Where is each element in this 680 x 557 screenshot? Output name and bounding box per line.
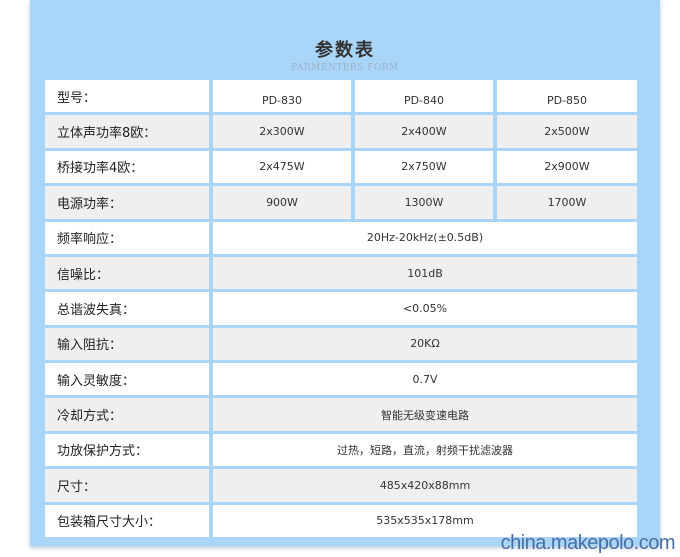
table-row: 总谐波失真： <0.05% <box>45 289 637 325</box>
cell-value: 2x475W <box>213 147 355 184</box>
watermark-text: china.makepolo.com <box>500 532 676 554</box>
model-name: PD-850 <box>497 77 637 113</box>
row-label: 电源功率： <box>45 183 213 219</box>
table-row: 尺寸： 485x420x88mm <box>45 466 637 502</box>
table-row-models: 型号： PD-830 PD-840 PD-850 <box>45 77 637 113</box>
row-label: 总谐波失真： <box>45 289 213 325</box>
row-label: 频率响应： <box>45 218 213 254</box>
row-label: 桥接功率4欧： <box>45 147 213 184</box>
row-label: 立体声功率8欧： <box>45 112 213 148</box>
cell-value: 485x420x88mm <box>213 466 637 502</box>
cell-value: 2x300W <box>213 112 355 148</box>
cell-value: 2x400W <box>355 112 497 148</box>
model-name: PD-840 <box>355 77 497 113</box>
cell-value: 1300W <box>355 183 497 219</box>
cell-value: 2x900W <box>497 147 637 184</box>
model-name: PD-830 <box>213 77 355 113</box>
cell-value: 20Hz-20kHz(±0.5dB) <box>213 218 637 254</box>
cell-value: 900W <box>213 183 355 219</box>
row-label: 包装箱尺寸大小： <box>45 501 213 537</box>
page-subtitle: PARMENTERS FORM <box>291 63 399 73</box>
cell-value: 过热，短路，直流，射频干扰滤波器 <box>213 430 637 467</box>
row-label: 输入阻抗： <box>45 324 213 360</box>
cell-value: 2x500W <box>497 112 637 148</box>
table-row: 冷却方式： 智能无级变速电路 <box>45 395 637 431</box>
row-label: 信噪比： <box>45 253 213 290</box>
table-row: 桥接功率4欧： 2x475W 2x750W 2x900W <box>45 147 637 184</box>
spec-table: 型号： PD-830 PD-840 PD-850 立体声功率8欧： 2x300W… <box>45 77 637 537</box>
cell-value: 2x750W <box>355 147 497 184</box>
table-row: 电源功率： 900W 1300W 1700W <box>45 183 637 219</box>
row-label: 输入灵敏度： <box>45 360 213 396</box>
cell-value: 20KΩ <box>213 324 637 360</box>
row-label: 尺寸： <box>45 466 213 502</box>
cell-value: <0.05% <box>213 289 637 325</box>
table-row: 立体声功率8欧： 2x300W 2x400W 2x500W <box>45 112 637 148</box>
cell-value: 0.7V <box>213 360 637 396</box>
row-label: 冷却方式： <box>45 395 213 431</box>
page-title: 参数表 <box>315 40 375 61</box>
table-row: 输入阻抗： 20KΩ <box>45 324 637 360</box>
cell-value: 101dB <box>213 253 637 290</box>
table-row: 输入灵敏度： 0.7V <box>45 360 637 396</box>
cell-value: 1700W <box>497 183 637 219</box>
table-row: 频率响应： 20Hz-20kHz(±0.5dB) <box>45 218 637 254</box>
cell-value: 智能无级变速电路 <box>213 395 637 431</box>
table-row: 信噪比： 101dB <box>45 253 637 290</box>
row-label: 功放保护方式： <box>45 430 213 467</box>
table-row: 功放保护方式： 过热，短路，直流，射频干扰滤波器 <box>45 430 637 467</box>
row-label: 型号： <box>45 77 213 113</box>
